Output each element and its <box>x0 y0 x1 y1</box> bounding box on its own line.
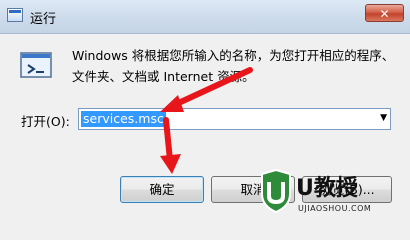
dialog-description: Windows 将根据您所输入的名称，为您打开相应的程序、 文件夹、文档或 In… <box>72 45 395 87</box>
watermark-logo: U教授 UJIAOSHOU.COM <box>252 166 402 224</box>
dropdown-arrow-icon[interactable]: ▼ <box>380 113 387 123</box>
description-line-1: Windows 将根据您所输入的名称，为您打开相应的程序、 <box>72 48 395 63</box>
window-title: 运行 <box>30 12 57 27</box>
open-combobox[interactable]: services.msc ▼ <box>78 108 391 130</box>
watermark-brand: U教授 <box>296 176 358 201</box>
run-program-icon <box>20 52 52 78</box>
open-field-label: 打开(O): <box>21 114 70 129</box>
run-window-icon <box>7 8 23 22</box>
description-line-2: 文件夹、文档或 Internet 资源。 <box>72 69 255 84</box>
shield-logo-icon <box>261 168 291 214</box>
title-bar: 运行 ✕ <box>0 0 410 34</box>
watermark-domain: UJIAOSHOU.COM <box>298 204 372 213</box>
ok-button[interactable]: 确定 <box>120 176 204 203</box>
open-input[interactable]: services.msc <box>81 111 166 127</box>
close-button[interactable]: ✕ <box>365 4 404 22</box>
